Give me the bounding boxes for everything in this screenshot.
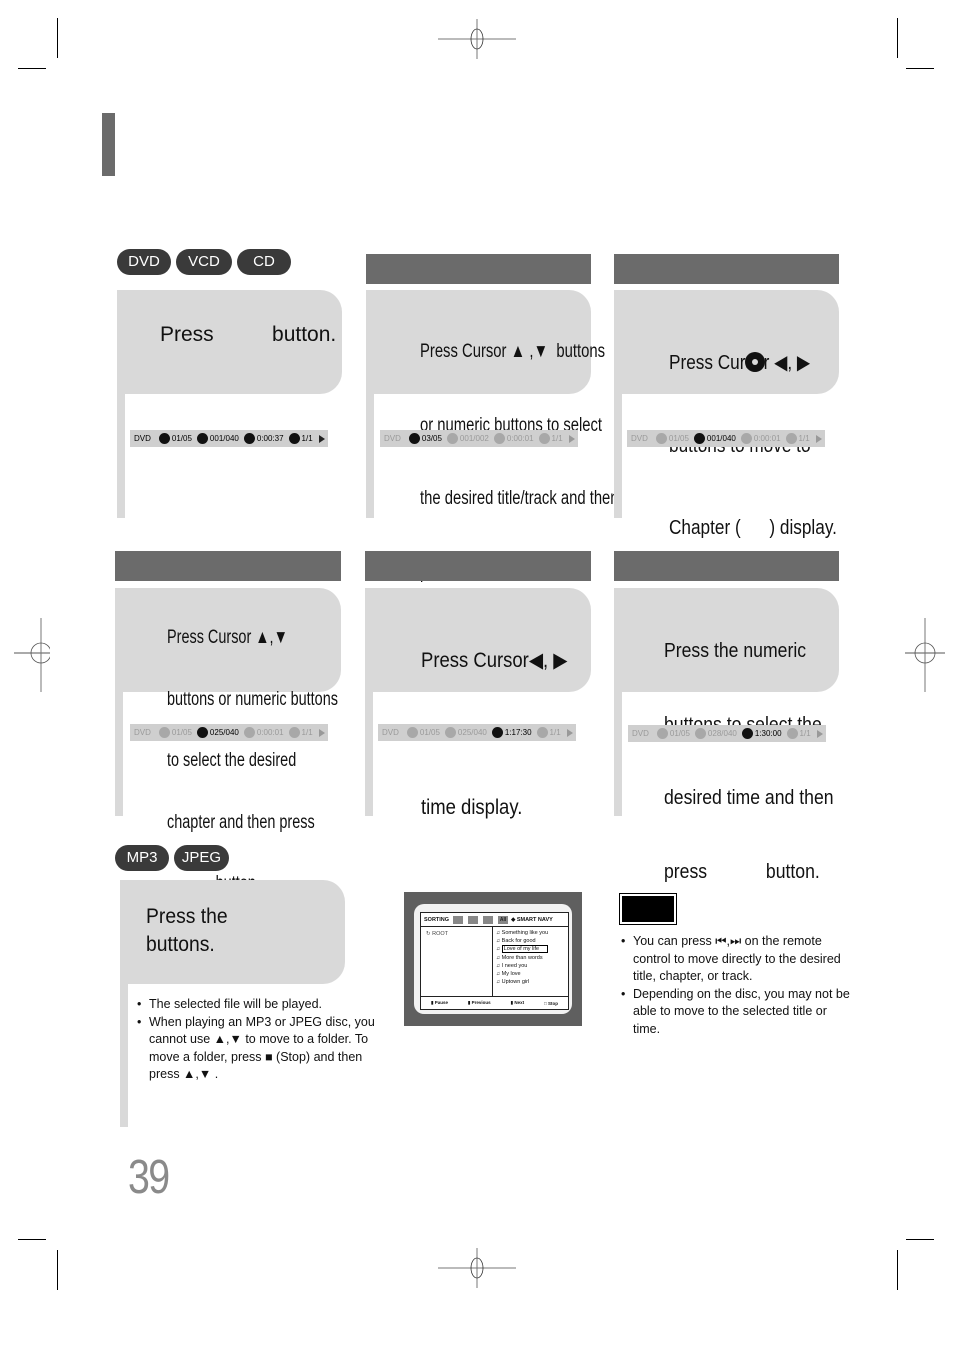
mp3-step-text: Press the buttons. bbox=[146, 905, 228, 956]
section-title-bar bbox=[102, 113, 115, 176]
track-item[interactable]: ♫ Uptown girl bbox=[496, 978, 566, 986]
step-6-stem bbox=[614, 692, 622, 816]
title-icon bbox=[406, 727, 418, 738]
registration-mark-icon bbox=[14, 618, 50, 692]
page-number: 39 bbox=[128, 1151, 170, 1204]
track-item[interactable]: ♫ More than words bbox=[496, 954, 566, 962]
track-list: ♫ Something like you ♫ Back for good ♫ L… bbox=[496, 929, 566, 986]
angle-icon bbox=[785, 433, 797, 444]
chapter-icon bbox=[446, 433, 458, 444]
sorting-bar: SORTING All ◆ SMART NAVY bbox=[421, 913, 568, 927]
clock-icon bbox=[243, 433, 255, 444]
mp3-step-stem bbox=[120, 984, 128, 1127]
step-2-osd: DVD 03/05 001/002 0:00:01 1/1 bbox=[380, 430, 578, 447]
track-item[interactable]: ♫ My love bbox=[496, 970, 566, 978]
registration-mark-icon bbox=[905, 618, 945, 692]
video-filter-icon[interactable] bbox=[483, 915, 494, 924]
pause-button[interactable]: ▮ Pause bbox=[431, 1000, 448, 1006]
note-label-box bbox=[619, 893, 677, 925]
play-icon bbox=[318, 434, 325, 443]
step-2-stem bbox=[366, 394, 374, 518]
step-3-stem bbox=[614, 394, 622, 518]
crop-mark bbox=[57, 18, 58, 58]
step-3-header bbox=[614, 254, 839, 284]
step-1-stem bbox=[117, 394, 125, 518]
track-item[interactable]: ♫ I need you bbox=[496, 962, 566, 970]
clock-icon bbox=[740, 433, 752, 444]
step-5-osd: DVD 01/05 025/040 1:17:30 1/1 bbox=[378, 724, 576, 741]
registration-mark-icon bbox=[438, 1248, 516, 1288]
note-list: You can press ⏮,⏭ on the remote control … bbox=[621, 933, 856, 1038]
angle-icon bbox=[538, 433, 550, 444]
note-item: You can press ⏮,⏭ on the remote control … bbox=[621, 933, 856, 986]
photo-filter-icon[interactable] bbox=[468, 915, 479, 924]
crop-mark bbox=[897, 18, 898, 58]
clock-icon bbox=[493, 433, 505, 444]
crop-mark bbox=[18, 68, 46, 69]
title-icon bbox=[158, 433, 170, 444]
chapter-icon bbox=[693, 433, 705, 444]
chapter-icon bbox=[745, 352, 765, 372]
title-icon bbox=[408, 433, 420, 444]
badge-vcd: VCD bbox=[176, 249, 232, 275]
clock-icon bbox=[741, 728, 753, 739]
all-filter-icon[interactable]: All bbox=[498, 915, 509, 924]
play-icon bbox=[815, 434, 822, 443]
title-icon bbox=[158, 727, 170, 738]
track-item[interactable]: ♫ Something like you bbox=[496, 929, 566, 937]
crop-mark bbox=[906, 1239, 934, 1240]
angle-icon bbox=[288, 727, 300, 738]
chapter-icon bbox=[196, 433, 208, 444]
music-filter-icon[interactable] bbox=[453, 915, 464, 924]
play-icon bbox=[318, 728, 325, 737]
next-button[interactable]: ▮ Next bbox=[511, 1000, 525, 1006]
step-2-header bbox=[366, 254, 591, 284]
play-icon bbox=[568, 434, 575, 443]
step-1-osd: DVD 01/05 001/040 0:00:37 1/1 bbox=[130, 430, 328, 447]
note-item: Depending on the disc, you may not be ab… bbox=[621, 986, 856, 1039]
root-folder[interactable]: ↻ ROOT bbox=[426, 931, 448, 937]
clock-icon bbox=[491, 727, 503, 738]
track-item-selected[interactable]: ♫ Love of my life bbox=[496, 945, 566, 954]
crop-mark bbox=[18, 1239, 46, 1240]
title-icon bbox=[656, 728, 668, 739]
badge-cd: CD bbox=[237, 249, 291, 275]
step-6-header bbox=[614, 551, 839, 581]
badge-mp3: MP3 bbox=[115, 845, 169, 871]
chapter-icon bbox=[694, 728, 706, 739]
crop-mark bbox=[906, 68, 934, 69]
stop-button[interactable]: □ Stop bbox=[544, 1001, 558, 1006]
smart-navy-screen: SORTING All ◆ SMART NAVY ↻ ROOT ♫ Someth… bbox=[404, 892, 582, 1026]
step-5-stem bbox=[365, 692, 373, 816]
badge-dvd: DVD bbox=[117, 249, 171, 275]
crop-mark bbox=[57, 1250, 58, 1290]
step-5-header bbox=[365, 551, 591, 581]
crop-mark bbox=[897, 1250, 898, 1290]
step-6-text: Press the numeric buttons to select the … bbox=[664, 639, 834, 883]
angle-icon bbox=[786, 728, 798, 739]
angle-icon bbox=[288, 433, 300, 444]
step-1-text: Press button. bbox=[160, 323, 337, 346]
badge-jpeg: JPEG bbox=[174, 845, 229, 871]
track-item[interactable]: ♫ Back for good bbox=[496, 937, 566, 945]
registration-mark-icon bbox=[438, 19, 516, 59]
title-icon bbox=[655, 433, 667, 444]
clock-icon bbox=[243, 727, 255, 738]
play-icon bbox=[566, 728, 573, 737]
chapter-icon bbox=[196, 727, 208, 738]
play-icon bbox=[816, 729, 823, 738]
mp3-note-item: The selected file will be played. bbox=[137, 996, 392, 1014]
step-6-osd: DVD 01/05 028/040 1:30:00 1/1 bbox=[628, 725, 826, 742]
step-4-header bbox=[115, 551, 341, 581]
step-5-text: Press Cursor◀, ▶ buttons to move to time… bbox=[421, 649, 573, 819]
step-3-osd: DVD 01/05 001/040 0:00:01 1/1 bbox=[627, 430, 825, 447]
chapter-icon bbox=[444, 727, 456, 738]
step-4-osd: DVD 01/05 025/040 0:00:01 1/1 bbox=[130, 724, 328, 741]
mp3-note-item: When playing an MP3 or JPEG disc, you ca… bbox=[137, 1014, 392, 1084]
angle-icon bbox=[536, 727, 548, 738]
step-4-stem bbox=[115, 692, 123, 816]
previous-button[interactable]: ▮ Previous bbox=[468, 1000, 491, 1006]
mp3-notes: The selected file will be played. When p… bbox=[137, 996, 392, 1084]
navy-footer: ▮ Pause ▮ Previous ▮ Next □ Stop bbox=[421, 996, 568, 1009]
